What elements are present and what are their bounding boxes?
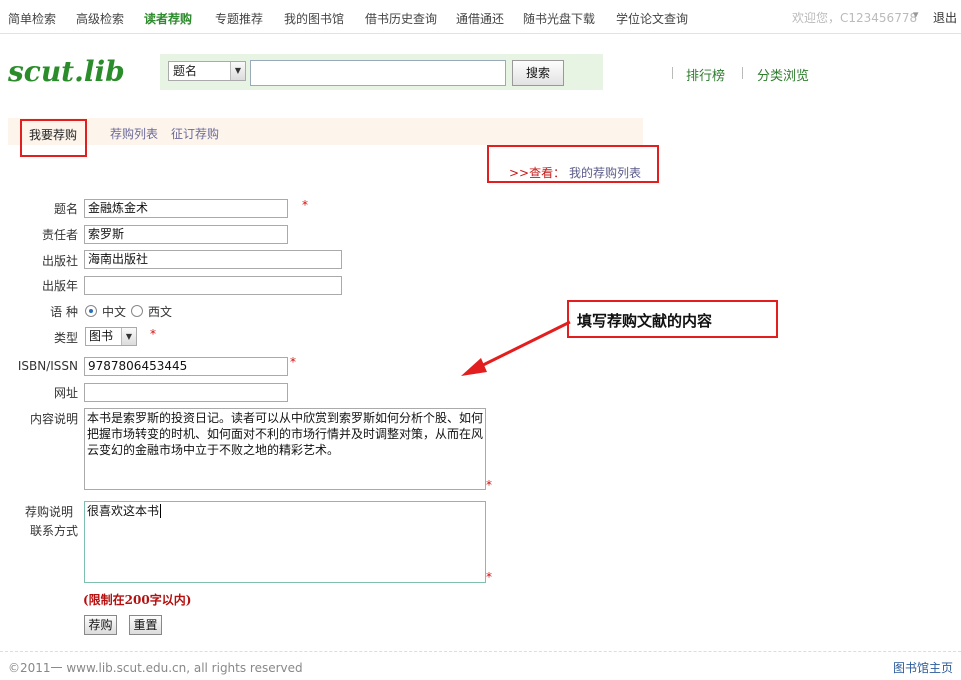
nav-topic-recommend[interactable]: 专题推荐 <box>215 10 263 27</box>
author-label: 责任者 <box>41 228 78 242</box>
nav-thesis-search[interactable]: 学位论文查询 <box>616 10 688 27</box>
footer-divider <box>0 651 961 652</box>
nav-advanced-search[interactable]: 高级检索 <box>76 10 124 27</box>
content-label: 内容说明 <box>29 412 78 426</box>
title-label: 题名 <box>53 202 78 216</box>
tab-subscription-recommend[interactable]: 征订荐购 <box>171 125 219 142</box>
required-mark: * <box>150 327 156 341</box>
search-bar: 题名 ▼ 搜索 <box>160 54 603 90</box>
welcome-text: 欢迎您，C123456778 <box>792 11 918 25</box>
title-input[interactable]: 金融炼金术 <box>84 199 288 218</box>
nav-reader-recommend[interactable]: 读者荐购 <box>144 10 192 27</box>
site-logo[interactable]: scut.lib <box>8 55 125 88</box>
required-mark: * <box>486 478 492 492</box>
highlight-box-tab: 我要荐购 <box>20 119 87 157</box>
chevron-down-icon[interactable]: ▼ <box>121 328 136 345</box>
year-label: 出版年 <box>41 279 78 293</box>
view-my-list-box: >>查看： 我的荐购列表 <box>487 145 659 183</box>
type-select[interactable]: 图书 ▼ <box>85 327 137 346</box>
logout-link[interactable]: 退出 <box>933 9 957 26</box>
radio-chinese[interactable] <box>85 305 97 317</box>
nav-cd-download[interactable]: 随书光盘下载 <box>523 10 595 27</box>
chevron-down-icon[interactable]: ▼ <box>230 62 245 80</box>
required-mark: * <box>302 198 308 212</box>
my-recommend-list-link[interactable]: 我的荐购列表 <box>569 166 641 180</box>
url-input[interactable] <box>84 383 288 402</box>
separator <box>742 67 743 79</box>
tab-recommend-list[interactable]: 荐购列表 <box>110 125 158 142</box>
top-navigation: 简单检索 高级检索 读者荐购 专题推荐 我的图书馆 借书历史查询 通借通还 随书… <box>0 0 961 34</box>
separator <box>672 67 673 79</box>
tabs-bar: 荐购列表 征订荐购 <box>8 118 643 145</box>
view-my-list: >>查看： 我的荐购列表 <box>509 164 641 181</box>
required-mark: * <box>290 355 296 369</box>
library-home-link[interactable]: 图书馆主页 <box>893 659 953 676</box>
radio-chinese-label: 中文 <box>102 305 127 319</box>
ranking-link[interactable]: 排行榜 <box>686 65 725 84</box>
text-cursor <box>160 504 162 518</box>
content-textarea[interactable]: 本书是索罗斯的投资日记。读者可以从中欣赏到索罗斯如何分析个股、如何把握市场转变的… <box>84 408 486 490</box>
nav-my-library[interactable]: 我的图书馆 <box>284 10 344 27</box>
search-button[interactable]: 搜索 <box>512 60 564 86</box>
dropdown-mark-icon[interactable]: ▾ <box>913 8 919 21</box>
type-label: 类型 <box>53 331 78 345</box>
search-input[interactable] <box>250 60 506 86</box>
category-browse-link[interactable]: 分类浏览 <box>757 65 809 84</box>
contact-label: 联系方式 <box>29 524 78 538</box>
publisher-input[interactable]: 海南出版社 <box>84 250 342 269</box>
type-value: 图书 <box>89 329 114 343</box>
reset-button[interactable]: 重置 <box>129 615 162 635</box>
required-mark: * <box>486 570 492 584</box>
author-input[interactable]: 索罗斯 <box>84 225 288 244</box>
search-field-select[interactable]: 题名 ▼ <box>168 61 246 81</box>
copyright-text: ©2011一 www.lib.scut.edu.cn, all rights r… <box>8 661 303 675</box>
nav-borrow-history[interactable]: 借书历史查询 <box>365 10 437 27</box>
isbn-input[interactable]: 9787806453445 <box>84 357 288 376</box>
arrow-icon <box>461 320 571 376</box>
publisher-label: 出版社 <box>41 254 78 268</box>
search-field-value: 题名 <box>173 64 198 78</box>
reason-textarea[interactable]: 很喜欢这本书 <box>84 501 486 583</box>
reason-text: 很喜欢这本书 <box>87 504 160 518</box>
nav-interlibrary[interactable]: 通借通还 <box>456 10 504 27</box>
radio-western-label: 西文 <box>148 305 173 319</box>
language-label: 语 种 <box>50 305 78 319</box>
char-limit-note: (限制在200字以内) <box>83 593 192 607</box>
isbn-label: ISBN/ISSN <box>17 359 78 373</box>
url-label: 网址 <box>53 386 78 400</box>
tab-my-recommend[interactable]: 我要荐购 <box>29 126 77 143</box>
year-input[interactable] <box>84 276 342 295</box>
view-prefix: >>查看： <box>509 166 566 180</box>
annotation-callout: 填写荐购文献的内容 <box>567 300 778 338</box>
callout-text: 填写荐购文献的内容 <box>577 312 713 330</box>
nav-simple-search[interactable]: 简单检索 <box>8 10 56 27</box>
radio-western[interactable] <box>131 305 143 317</box>
reason-label: 荐购说明 <box>24 505 73 519</box>
submit-recommend-button[interactable]: 荐购 <box>84 615 117 635</box>
